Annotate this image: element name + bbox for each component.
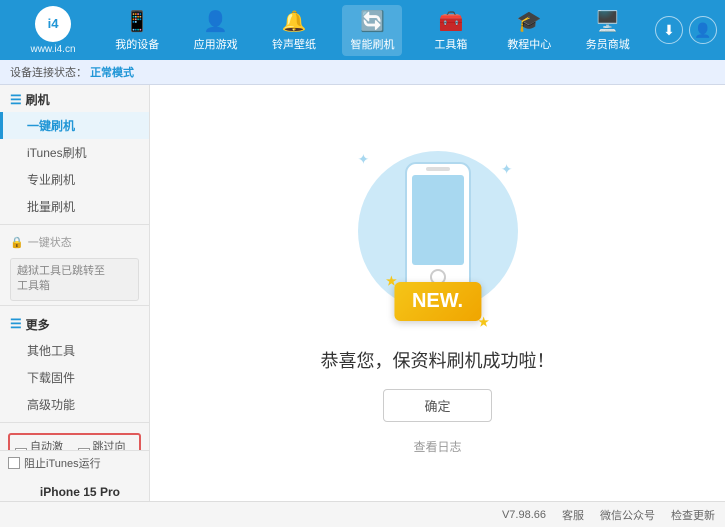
version-label: V7.98.66 (502, 509, 546, 521)
nav-toolbox-label: 工具箱 (434, 36, 467, 52)
pro-flash-label: 专业刷机 (27, 173, 75, 187)
download-firmware-label: 下载固件 (27, 371, 75, 385)
nav-ringtones[interactable]: 🔔 铃声壁纸 (264, 5, 324, 56)
lock-icon: 🔒 (10, 236, 24, 249)
nav-apps-label: 应用游戏 (194, 36, 238, 52)
confirm-button[interactable]: 确定 (383, 389, 491, 422)
success-message: 恭喜您，保资料刷机成功啦！ (321, 347, 555, 373)
device-details: iPhone 15 Pro Max 512GB iPhone (40, 485, 135, 501)
sidebar-more-header: ☰ 更多 (0, 310, 149, 337)
sidebar-download-firmware[interactable]: 下载固件 (0, 364, 149, 391)
phone-svg (398, 159, 478, 299)
batch-flash-label: 批量刷机 (27, 200, 75, 214)
sidebar-advanced[interactable]: 高级功能 (0, 391, 149, 418)
device-info: 📱 iPhone 15 Pro Max 512GB iPhone (8, 481, 141, 501)
stop-itunes-label: 阻止iTunes运行 (24, 455, 101, 471)
nav-my-device[interactable]: 📱 我的设备 (107, 5, 167, 56)
nav-tutorial[interactable]: 🎓 教程中心 (499, 5, 559, 56)
success-content: ✦ ✦ NEW. 恭喜您，保资料刷机成功啦！ 确定 查看日志 (321, 131, 555, 455)
advanced-label: 高级功能 (27, 398, 75, 412)
sidebar: ☰ 刷机 一键刷机 iTunes刷机 专业刷机 批量刷机 🔒 一键状态 (0, 85, 150, 501)
other-tools-label: 其他工具 (27, 344, 75, 358)
itunes-row: 阻止iTunes运行 (0, 450, 150, 475)
check-update-link[interactable]: 检查更新 (671, 507, 715, 523)
more-section-icon: ☰ (10, 316, 22, 332)
new-badge: NEW. (394, 282, 481, 321)
one-key-flash-label: 一键刷机 (27, 119, 75, 133)
download-icon: ⬇ (663, 22, 675, 39)
customer-service-link[interactable]: 客服 (562, 507, 584, 523)
download-button[interactable]: ⬇ (655, 16, 683, 44)
user-icon: 👤 (694, 22, 711, 39)
logo-icon: i4 (35, 6, 71, 42)
divider-2 (0, 305, 149, 306)
sparkle2-icon: ✦ (501, 161, 513, 178)
status-label: 设备连接状态： (10, 67, 87, 79)
wechat-link[interactable]: 微信公众号 (600, 507, 655, 523)
itunes-checkbox[interactable] (8, 457, 20, 469)
nav-toolbox[interactable]: 🧰 工具箱 (421, 5, 481, 56)
nav-ringtones-label: 铃声壁纸 (272, 36, 316, 52)
device-name: iPhone 15 Pro Max (40, 485, 135, 501)
more-section-label: 更多 (26, 316, 50, 333)
new-banner-text: NEW. (394, 282, 481, 321)
service-icon: 🖥️ (595, 9, 620, 34)
main-content: ✦ ✦ NEW. 恭喜您，保资料刷机成功啦！ 确定 查看日志 (150, 85, 725, 501)
nav-smart-flash[interactable]: 🔄 智能刷机 (342, 5, 402, 56)
nav-apps-games[interactable]: 👤 应用游戏 (186, 5, 246, 56)
logo-area: i4 www.i4.cn (8, 6, 98, 55)
one-key-status-header: 🔒 一键状态 (0, 229, 149, 254)
main-nav: 📱 我的设备 👤 应用游戏 🔔 铃声壁纸 🔄 智能刷机 🧰 工具箱 🎓 教程中心… (98, 5, 647, 56)
tutorial-icon: 🎓 (517, 9, 542, 34)
nav-smart-flash-label: 智能刷机 (350, 36, 394, 52)
device-icon: 📱 (125, 9, 150, 34)
top-right-actions: ⬇ 👤 (655, 16, 717, 44)
divider-1 (0, 224, 149, 225)
status-mode: 正常模式 (90, 67, 134, 79)
nav-tutorial-label: 教程中心 (507, 36, 551, 52)
nav-service-label: 务员商城 (586, 36, 630, 52)
sidebar-itunes-flash[interactable]: iTunes刷机 (0, 139, 149, 166)
disabled-note: 越狱工具已跳转至工具箱 (10, 258, 139, 301)
nav-my-device-label: 我的设备 (115, 36, 159, 52)
phone-illustration: ✦ ✦ NEW. (338, 131, 538, 331)
divider-3 (0, 422, 149, 423)
sparkle1-icon: ✦ (358, 151, 370, 168)
toolbox-icon: 🧰 (438, 9, 463, 34)
nav-service[interactable]: 🖥️ 务员商城 (578, 5, 638, 56)
view-log-link[interactable]: 查看日志 (413, 438, 461, 455)
flash-section-label: 刷机 (26, 91, 50, 108)
status-bar: 设备连接状态： 正常模式 (0, 60, 725, 85)
user-button[interactable]: 👤 (689, 16, 717, 44)
sidebar-flash-header: ☰ 刷机 (0, 85, 149, 112)
apps-icon: 👤 (203, 9, 228, 34)
sidebar-batch-flash[interactable]: 批量刷机 (0, 193, 149, 220)
ringtones-icon: 🔔 (282, 9, 307, 34)
sidebar-one-key-flash[interactable]: 一键刷机 (0, 112, 149, 139)
flash-section-icon: ☰ (10, 92, 22, 108)
sidebar-pro-flash[interactable]: 专业刷机 (0, 166, 149, 193)
itunes-flash-label: iTunes刷机 (27, 146, 87, 160)
smart-flash-icon: 🔄 (360, 9, 385, 34)
bottom-bar: V7.98.66 客服 微信公众号 检查更新 (0, 501, 725, 527)
bottom-right: V7.98.66 客服 微信公众号 检查更新 (502, 507, 715, 523)
logo-url: www.i4.cn (30, 44, 75, 55)
top-nav-bar: i4 www.i4.cn 📱 我的设备 👤 应用游戏 🔔 铃声壁纸 🔄 智能刷机… (0, 0, 725, 60)
one-key-status-label: 一键状态 (28, 234, 72, 250)
sidebar-other-tools[interactable]: 其他工具 (0, 337, 149, 364)
